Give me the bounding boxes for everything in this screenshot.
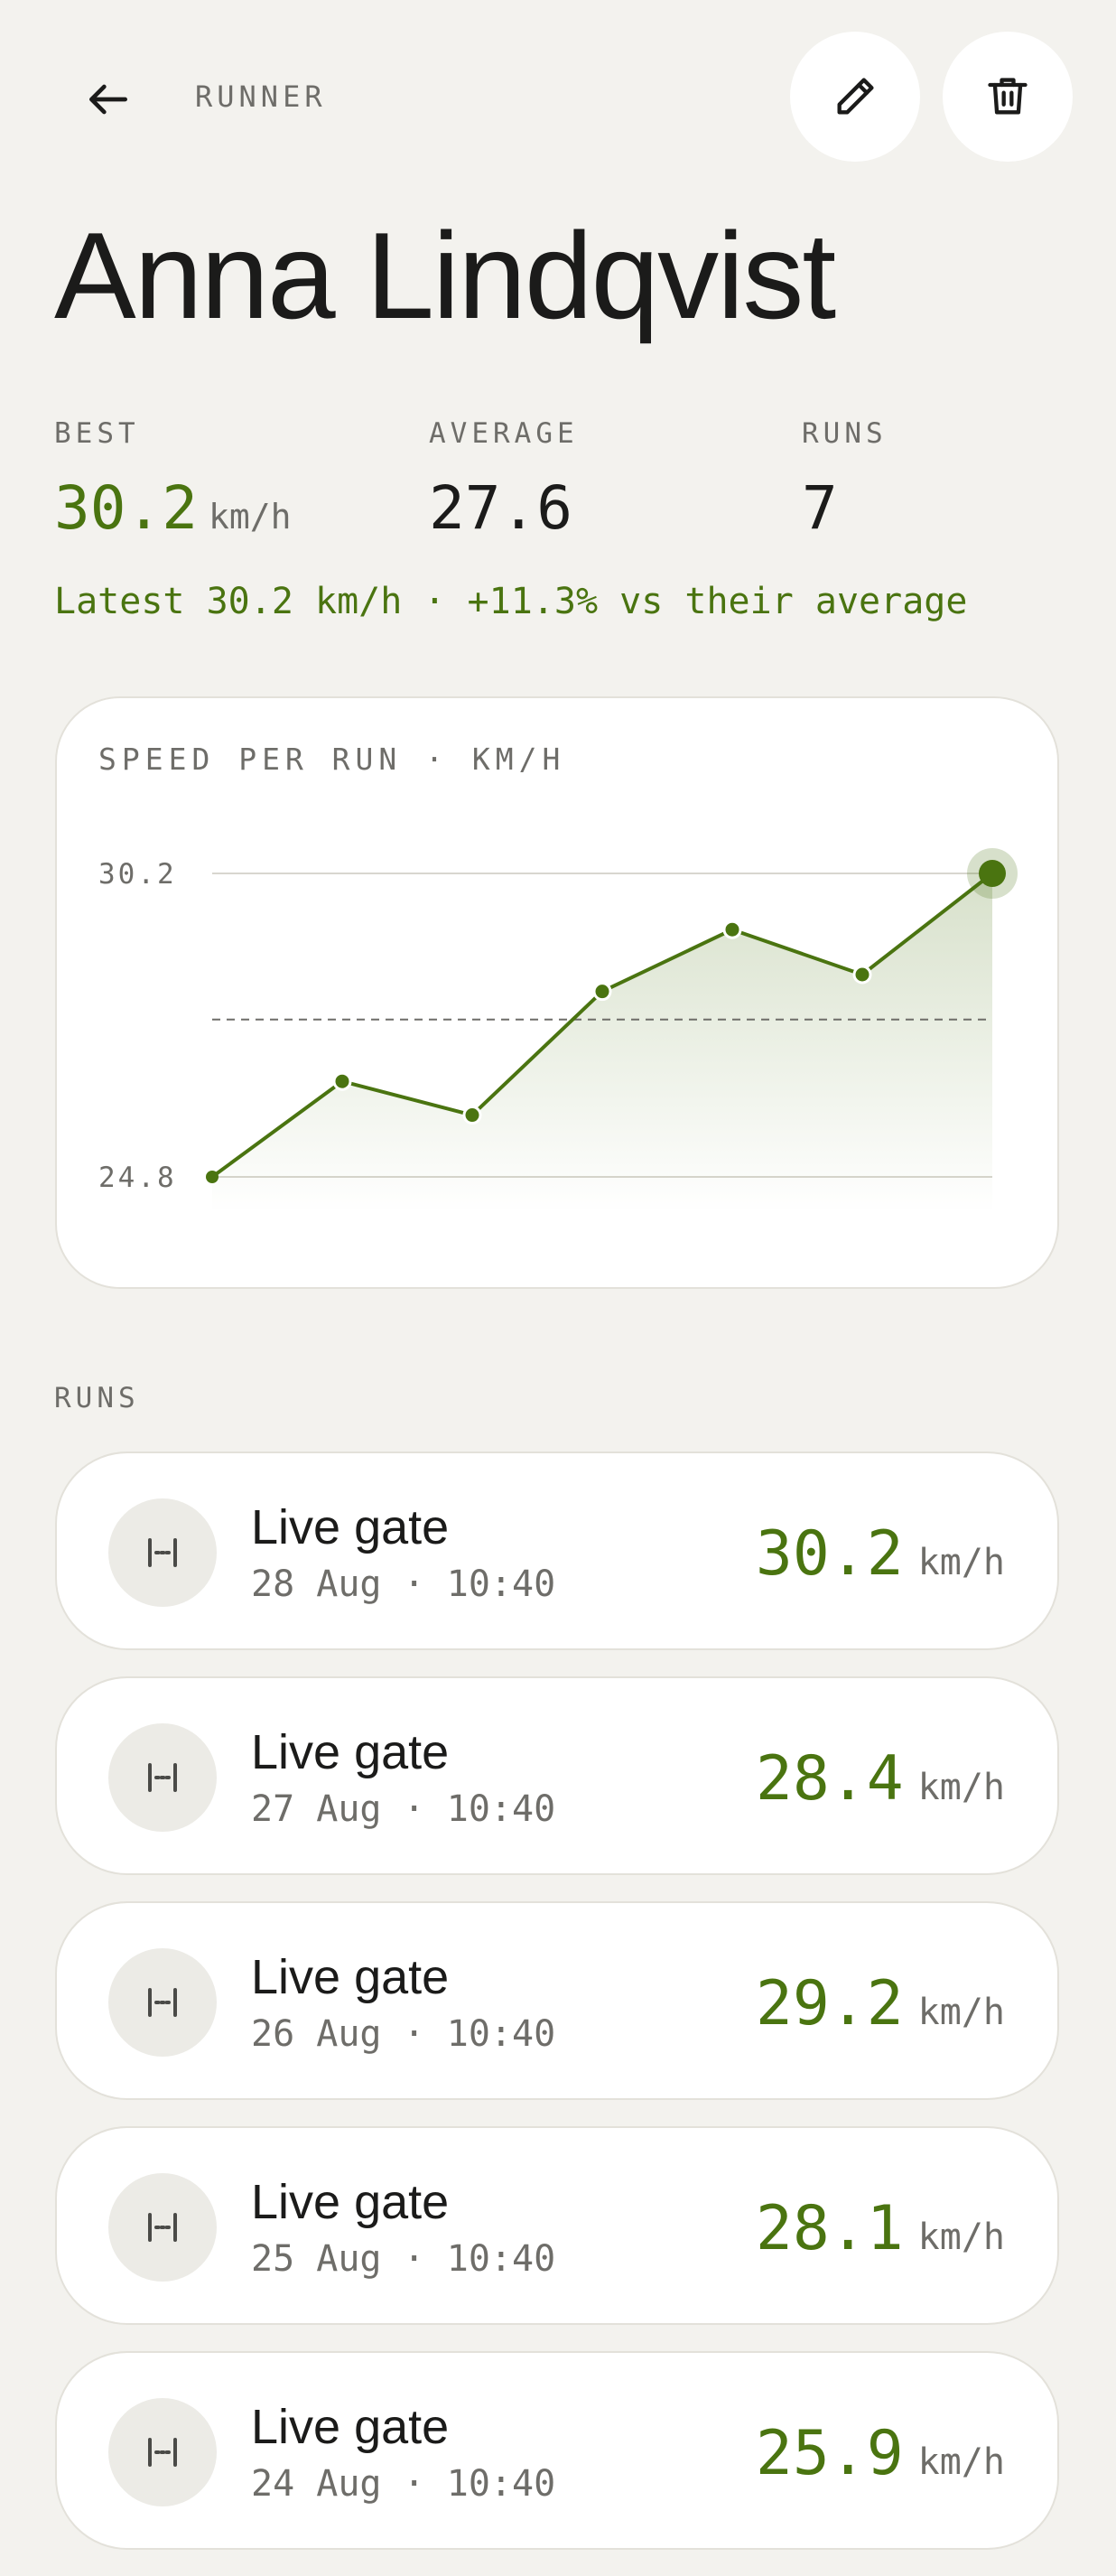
average-value: 27.6 [429, 473, 572, 543]
run-speed-value: 25.9 [755, 2418, 904, 2489]
run-icon-badge [108, 2173, 217, 2282]
run-title: Live gate [251, 1950, 450, 2004]
run-list: Live gate 28 Aug · 10:40 30.2 km/h Live … [55, 1451, 1059, 2576]
run-speed-unit: km/h [917, 1542, 1005, 1583]
y-max-tick-label: 30.2 [98, 858, 177, 891]
run-speed: 29.2 km/h [756, 1968, 1005, 2039]
delta-text: Latest 30.2 km/h · +11.3% vs their avera… [54, 581, 968, 622]
gate-icon [148, 2213, 177, 2242]
runner-name: Anna Lindqvist [54, 207, 836, 344]
run-speed-value: 29.2 [755, 1968, 904, 2039]
run-title: Live gate [251, 2175, 450, 2229]
run-speed-unit: km/h [917, 2441, 1005, 2483]
data-point [206, 1171, 219, 1183]
run-row[interactable]: Live gate 25 Aug · 10:40 28.1 km/h [55, 2126, 1059, 2325]
run-speed: 28.4 km/h [756, 1743, 1005, 1815]
run-datetime: 28 Aug · 10:40 [251, 1563, 556, 1605]
y-min-tick-label: 24.8 [98, 1162, 177, 1194]
run-speed: 28.1 km/h [756, 2193, 1005, 2264]
best-value: 30.2 [54, 473, 198, 543]
breadcrumb: RUNNER [195, 79, 327, 114]
runs-count-label: RUNS [802, 417, 888, 450]
data-point [462, 1106, 482, 1125]
run-speed-unit: km/h [917, 2217, 1005, 2258]
run-icon-badge [108, 2398, 217, 2506]
run-icon-badge [108, 1498, 217, 1607]
run-row[interactable]: Live gate 26 Aug · 10:40 29.2 km/h [55, 1901, 1059, 2100]
delete-button[interactable] [943, 32, 1073, 162]
run-speed-unit: km/h [917, 1767, 1005, 1808]
run-speed-value: 28.4 [755, 1743, 904, 1815]
data-point [852, 965, 872, 985]
speed-chart-card: SPEED PER RUN · KM/H 30.2 24.8 [55, 696, 1059, 1289]
speed-chart: 30.2 24.8 [98, 848, 1018, 1213]
back-button[interactable] [72, 63, 144, 135]
gate-icon [148, 1988, 177, 2017]
run-datetime: 24 Aug · 10:40 [251, 2463, 556, 2505]
run-row[interactable]: Live gate 24 Aug · 10:40 25.9 km/h [55, 2351, 1059, 2550]
best-stat: 30.2 km/h [54, 471, 291, 554]
run-speed-value: 28.1 [755, 2193, 904, 2264]
edit-button[interactable] [790, 32, 920, 162]
run-title: Live gate [251, 2400, 450, 2454]
run-datetime: 25 Aug · 10:40 [251, 2238, 556, 2280]
gate-icon [148, 1538, 177, 1567]
average-label: AVERAGE [429, 417, 579, 450]
trash-icon [988, 78, 1028, 115]
run-speed: 25.9 km/h [756, 2418, 1005, 2489]
run-icon-badge [108, 1948, 217, 2057]
run-title: Live gate [251, 1725, 450, 1779]
run-speed-value: 30.2 [755, 1518, 904, 1590]
data-point [979, 860, 1006, 887]
arrow-left-icon [89, 84, 128, 115]
best-unit: km/h [208, 497, 292, 537]
run-title: Live gate [251, 1500, 450, 1554]
run-datetime: 26 Aug · 10:40 [251, 2013, 556, 2055]
runs-section-label: RUNS [54, 1382, 140, 1414]
top-bar: RUNNER [0, 0, 1116, 194]
data-point [332, 1071, 352, 1091]
run-row[interactable]: Live gate 27 Aug · 10:40 28.4 km/h [55, 1676, 1059, 1875]
pencil-icon [837, 78, 874, 115]
run-row[interactable]: Live gate 28 Aug · 10:40 30.2 km/h [55, 1451, 1059, 1650]
runs-count-value: 7 [802, 473, 838, 543]
best-label: BEST [54, 417, 140, 450]
gate-icon [148, 1763, 177, 1792]
run-speed-unit: km/h [917, 1992, 1005, 2033]
run-datetime: 27 Aug · 10:40 [251, 1788, 556, 1830]
data-point [722, 919, 742, 939]
series-area [212, 873, 992, 1213]
run-speed: 30.2 km/h [756, 1518, 1005, 1590]
gate-icon [148, 2438, 177, 2467]
run-icon-badge [108, 1723, 217, 1832]
data-point [592, 982, 612, 1002]
